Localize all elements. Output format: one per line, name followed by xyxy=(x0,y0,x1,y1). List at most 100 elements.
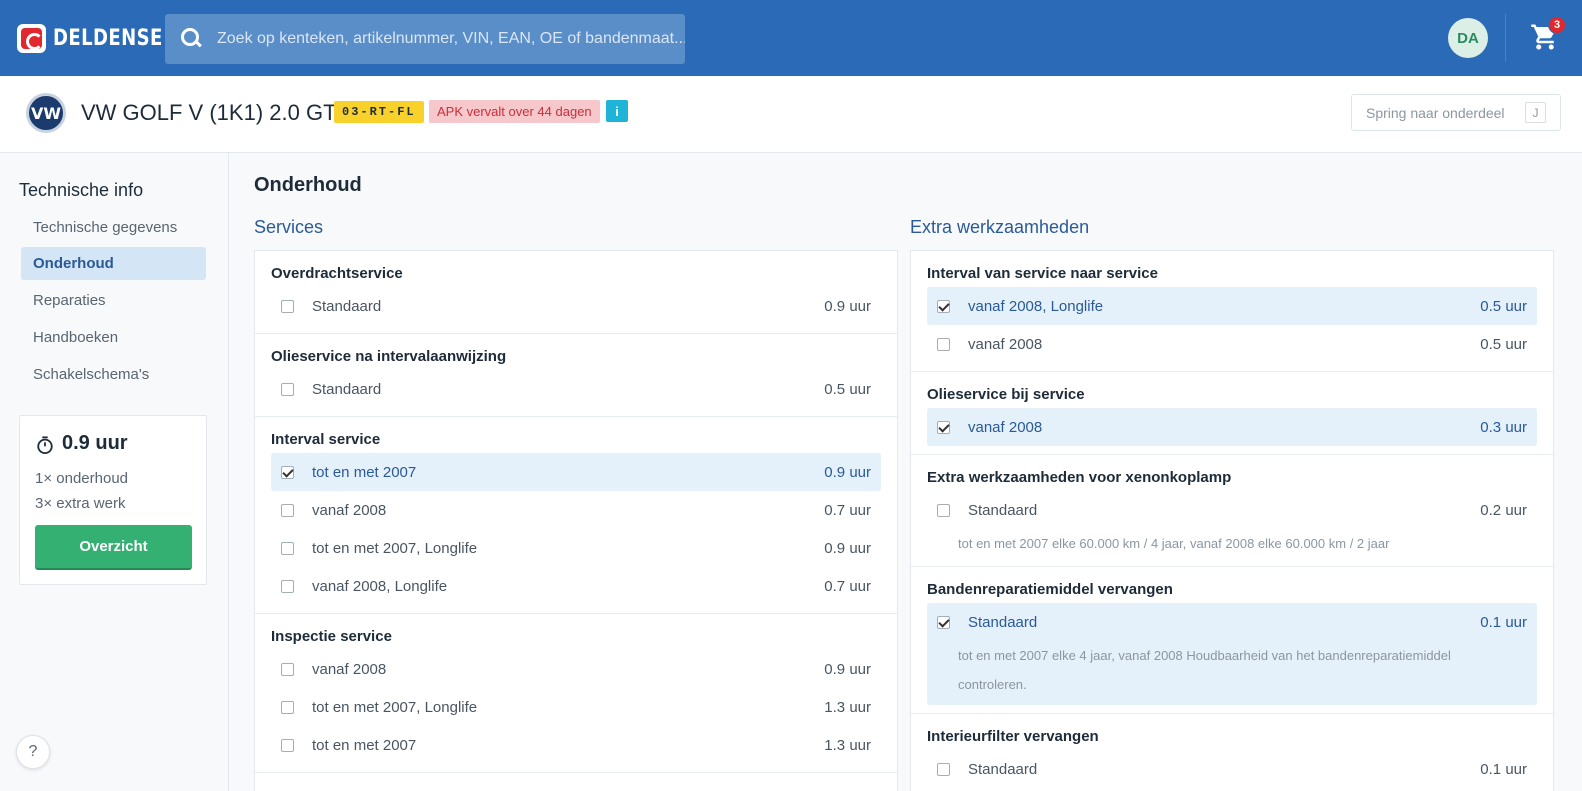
sidebar: Technische info Technische gegevens Onde… xyxy=(0,153,229,791)
jump-to-part-button[interactable]: Spring naar onderdeel J xyxy=(1351,94,1561,131)
checkbox[interactable] xyxy=(281,541,294,555)
checkbox[interactable] xyxy=(281,738,294,752)
extra-work-group-title: Interieurfilter vervangen xyxy=(927,728,1099,745)
extra-work-option-selected[interactable]: vanaf 2008 0.3 uur xyxy=(927,408,1537,446)
extra-work-option-selected[interactable]: vanaf 2008, Longlife 0.5 uur xyxy=(927,287,1537,325)
keyboard-shortcut-hint: J xyxy=(1525,102,1546,123)
checkbox[interactable] xyxy=(937,337,950,351)
extra-work-option-selected[interactable]: Standaard 0.1 uur tot en met 2007 elke 4… xyxy=(927,603,1537,705)
service-option[interactable]: vanaf 2008, Longlife 0.7 uur xyxy=(271,567,881,605)
sidebar-item-handboeken[interactable]: Handboeken xyxy=(21,321,206,354)
extra-work-option[interactable]: Standaard 0.1 uur xyxy=(927,750,1537,788)
vehicle-bar: VW VW GOLF V (1K1) 2.0 GTI 03-RT-FL APK … xyxy=(0,76,1582,153)
sidebar-item-onderhoud[interactable]: Onderhoud xyxy=(21,247,206,280)
extra-work-option-label: Standaard xyxy=(968,760,1038,778)
extra-work-option[interactable]: Standaard 0.2 uur xyxy=(927,491,1537,529)
extra-work-option-label: vanaf 2008 xyxy=(968,335,1043,353)
checkbox[interactable] xyxy=(281,382,294,396)
apk-status-badge: APK vervalt over 44 dagen xyxy=(429,100,600,123)
time-summary-card: 0.9 uur 1× onderhoud 3× extra werk Overz… xyxy=(19,415,207,585)
service-group-title: Olieservice na intervalaanwijzing xyxy=(271,348,507,365)
service-option-hours: 0.9 uur xyxy=(824,539,871,557)
service-group: Interval service tot en met 2007 0.9 uur… xyxy=(255,417,897,614)
extra-work-group: Olieservice bij service vanaf 2008 0.3 u… xyxy=(911,372,1553,455)
extra-work-option-hours: 0.1 uur xyxy=(1480,760,1527,778)
brand-name: DELDENSE xyxy=(53,26,163,51)
service-option-hours: 0.9 uur xyxy=(824,297,871,315)
brand-logo[interactable]: DELDENSE xyxy=(17,24,187,53)
extra-work-option-row[interactable]: Standaard 0.1 uur xyxy=(927,603,1537,641)
extra-work-group: Extra werkzaamheden voor xenonkoplamp St… xyxy=(911,455,1553,567)
service-option-hours: 1.3 uur xyxy=(824,736,871,754)
service-option-selected[interactable]: tot en met 2007 0.9 uur xyxy=(271,453,881,491)
service-group: Olieservice na intervalaanwijzing Standa… xyxy=(255,334,897,417)
service-option[interactable]: vanaf 2008 0.9 uur xyxy=(271,650,881,688)
page-title: Onderhoud xyxy=(254,174,362,196)
service-option-label: tot en met 2007, Longlife xyxy=(312,539,478,557)
extra-work-option-hours: 0.1 uur xyxy=(1480,613,1527,631)
service-group-title: Inspectie service xyxy=(271,628,392,645)
checkbox-checked[interactable] xyxy=(937,615,950,629)
service-option[interactable]: Standaard 0.5 uur xyxy=(271,370,881,408)
checkbox[interactable] xyxy=(281,700,294,714)
header-divider xyxy=(1505,14,1506,62)
license-plate-badge: 03-RT-FL xyxy=(334,101,424,123)
service-option-label: vanaf 2008 xyxy=(312,501,387,519)
extra-work-group-title: Interval van service naar service xyxy=(927,265,1158,282)
search-input[interactable] xyxy=(203,14,685,64)
extra-work-option-label: vanaf 2008, Longlife xyxy=(968,297,1104,315)
service-option[interactable]: tot en met 2007 1.3 uur xyxy=(271,726,881,764)
service-option[interactable]: tot en met 2007, Longlife 1.3 uur xyxy=(271,688,881,726)
help-button[interactable]: ? xyxy=(16,735,50,769)
checkbox[interactable] xyxy=(937,503,950,517)
extra-work-option-hours: 0.3 uur xyxy=(1480,418,1527,436)
service-option-hours: 0.7 uur xyxy=(824,501,871,519)
checkbox[interactable] xyxy=(281,503,294,517)
checkbox[interactable] xyxy=(281,579,294,593)
top-bar: DELDENSE DA 3 xyxy=(0,0,1582,76)
service-group-title: Overdrachtservice xyxy=(271,265,403,282)
service-group: Inspectie service vanaf 2008 0.9 uur tot… xyxy=(255,614,897,773)
checkbox-checked[interactable] xyxy=(937,420,950,434)
sidebar-item-reparaties[interactable]: Reparaties xyxy=(21,284,206,317)
jump-to-part-label: Spring naar onderdeel xyxy=(1366,104,1505,121)
service-option-label: vanaf 2008, Longlife xyxy=(312,577,448,595)
extra-work-option[interactable]: vanaf 2008 0.5 uur xyxy=(927,325,1537,363)
search-icon xyxy=(181,28,203,50)
search-bar xyxy=(165,14,685,64)
extra-work-option-hours: 0.5 uur xyxy=(1480,335,1527,353)
info-button[interactable]: i xyxy=(606,100,628,122)
checkbox[interactable] xyxy=(281,299,294,313)
overview-button[interactable]: Overzicht xyxy=(35,525,192,570)
extra-work-group: Interieurfilter vervangen Standaard 0.1 … xyxy=(911,714,1553,791)
checkbox-checked[interactable] xyxy=(281,465,294,479)
sidebar-item-schakelschemas[interactable]: Schakelschema's xyxy=(21,358,206,391)
checkbox[interactable] xyxy=(937,762,950,776)
service-option-hours: 0.9 uur xyxy=(824,660,871,678)
extra-work-option-hours: 0.5 uur xyxy=(1480,297,1527,315)
service-option-label: vanaf 2008 xyxy=(312,660,387,678)
extra-work-group-title: Olieservice bij service xyxy=(927,386,1085,403)
sidebar-item-technische-gegevens[interactable]: Technische gegevens xyxy=(21,211,206,244)
service-option-label: tot en met 2007 xyxy=(312,736,417,754)
service-option[interactable]: tot en met 2007, Longlife 0.9 uur xyxy=(271,529,881,567)
extra-work-option-hours: 0.2 uur xyxy=(1480,501,1527,519)
service-option-hours: 0.5 uur xyxy=(824,380,871,398)
services-panel: Overdrachtservice Standaard 0.9 uur Olie… xyxy=(254,250,898,791)
service-option-hours: 0.7 uur xyxy=(824,577,871,595)
avatar[interactable]: DA xyxy=(1448,18,1488,58)
services-heading: Services xyxy=(254,217,324,237)
brand-logo-icon xyxy=(17,24,46,53)
checkbox-checked[interactable] xyxy=(937,299,950,313)
service-option-hours: 0.9 uur xyxy=(824,463,871,481)
extra-work-count: 3× extra werk xyxy=(35,495,126,512)
extra-work-option-label: vanaf 2008 xyxy=(968,418,1043,436)
service-option[interactable]: vanaf 2008 0.7 uur xyxy=(271,491,881,529)
extra-work-heading: Extra werkzaamheden xyxy=(910,217,1090,237)
extra-work-group-title: Extra werkzaamheden voor xenonkoplamp xyxy=(927,469,1232,486)
vehicle-title: VW GOLF V (1K1) 2.0 GTI xyxy=(81,100,343,125)
service-option-label: tot en met 2007 xyxy=(312,463,417,481)
checkbox[interactable] xyxy=(281,662,294,676)
service-option[interactable]: Standaard 0.9 uur xyxy=(271,287,881,325)
service-option-label: Standaard xyxy=(312,380,382,398)
